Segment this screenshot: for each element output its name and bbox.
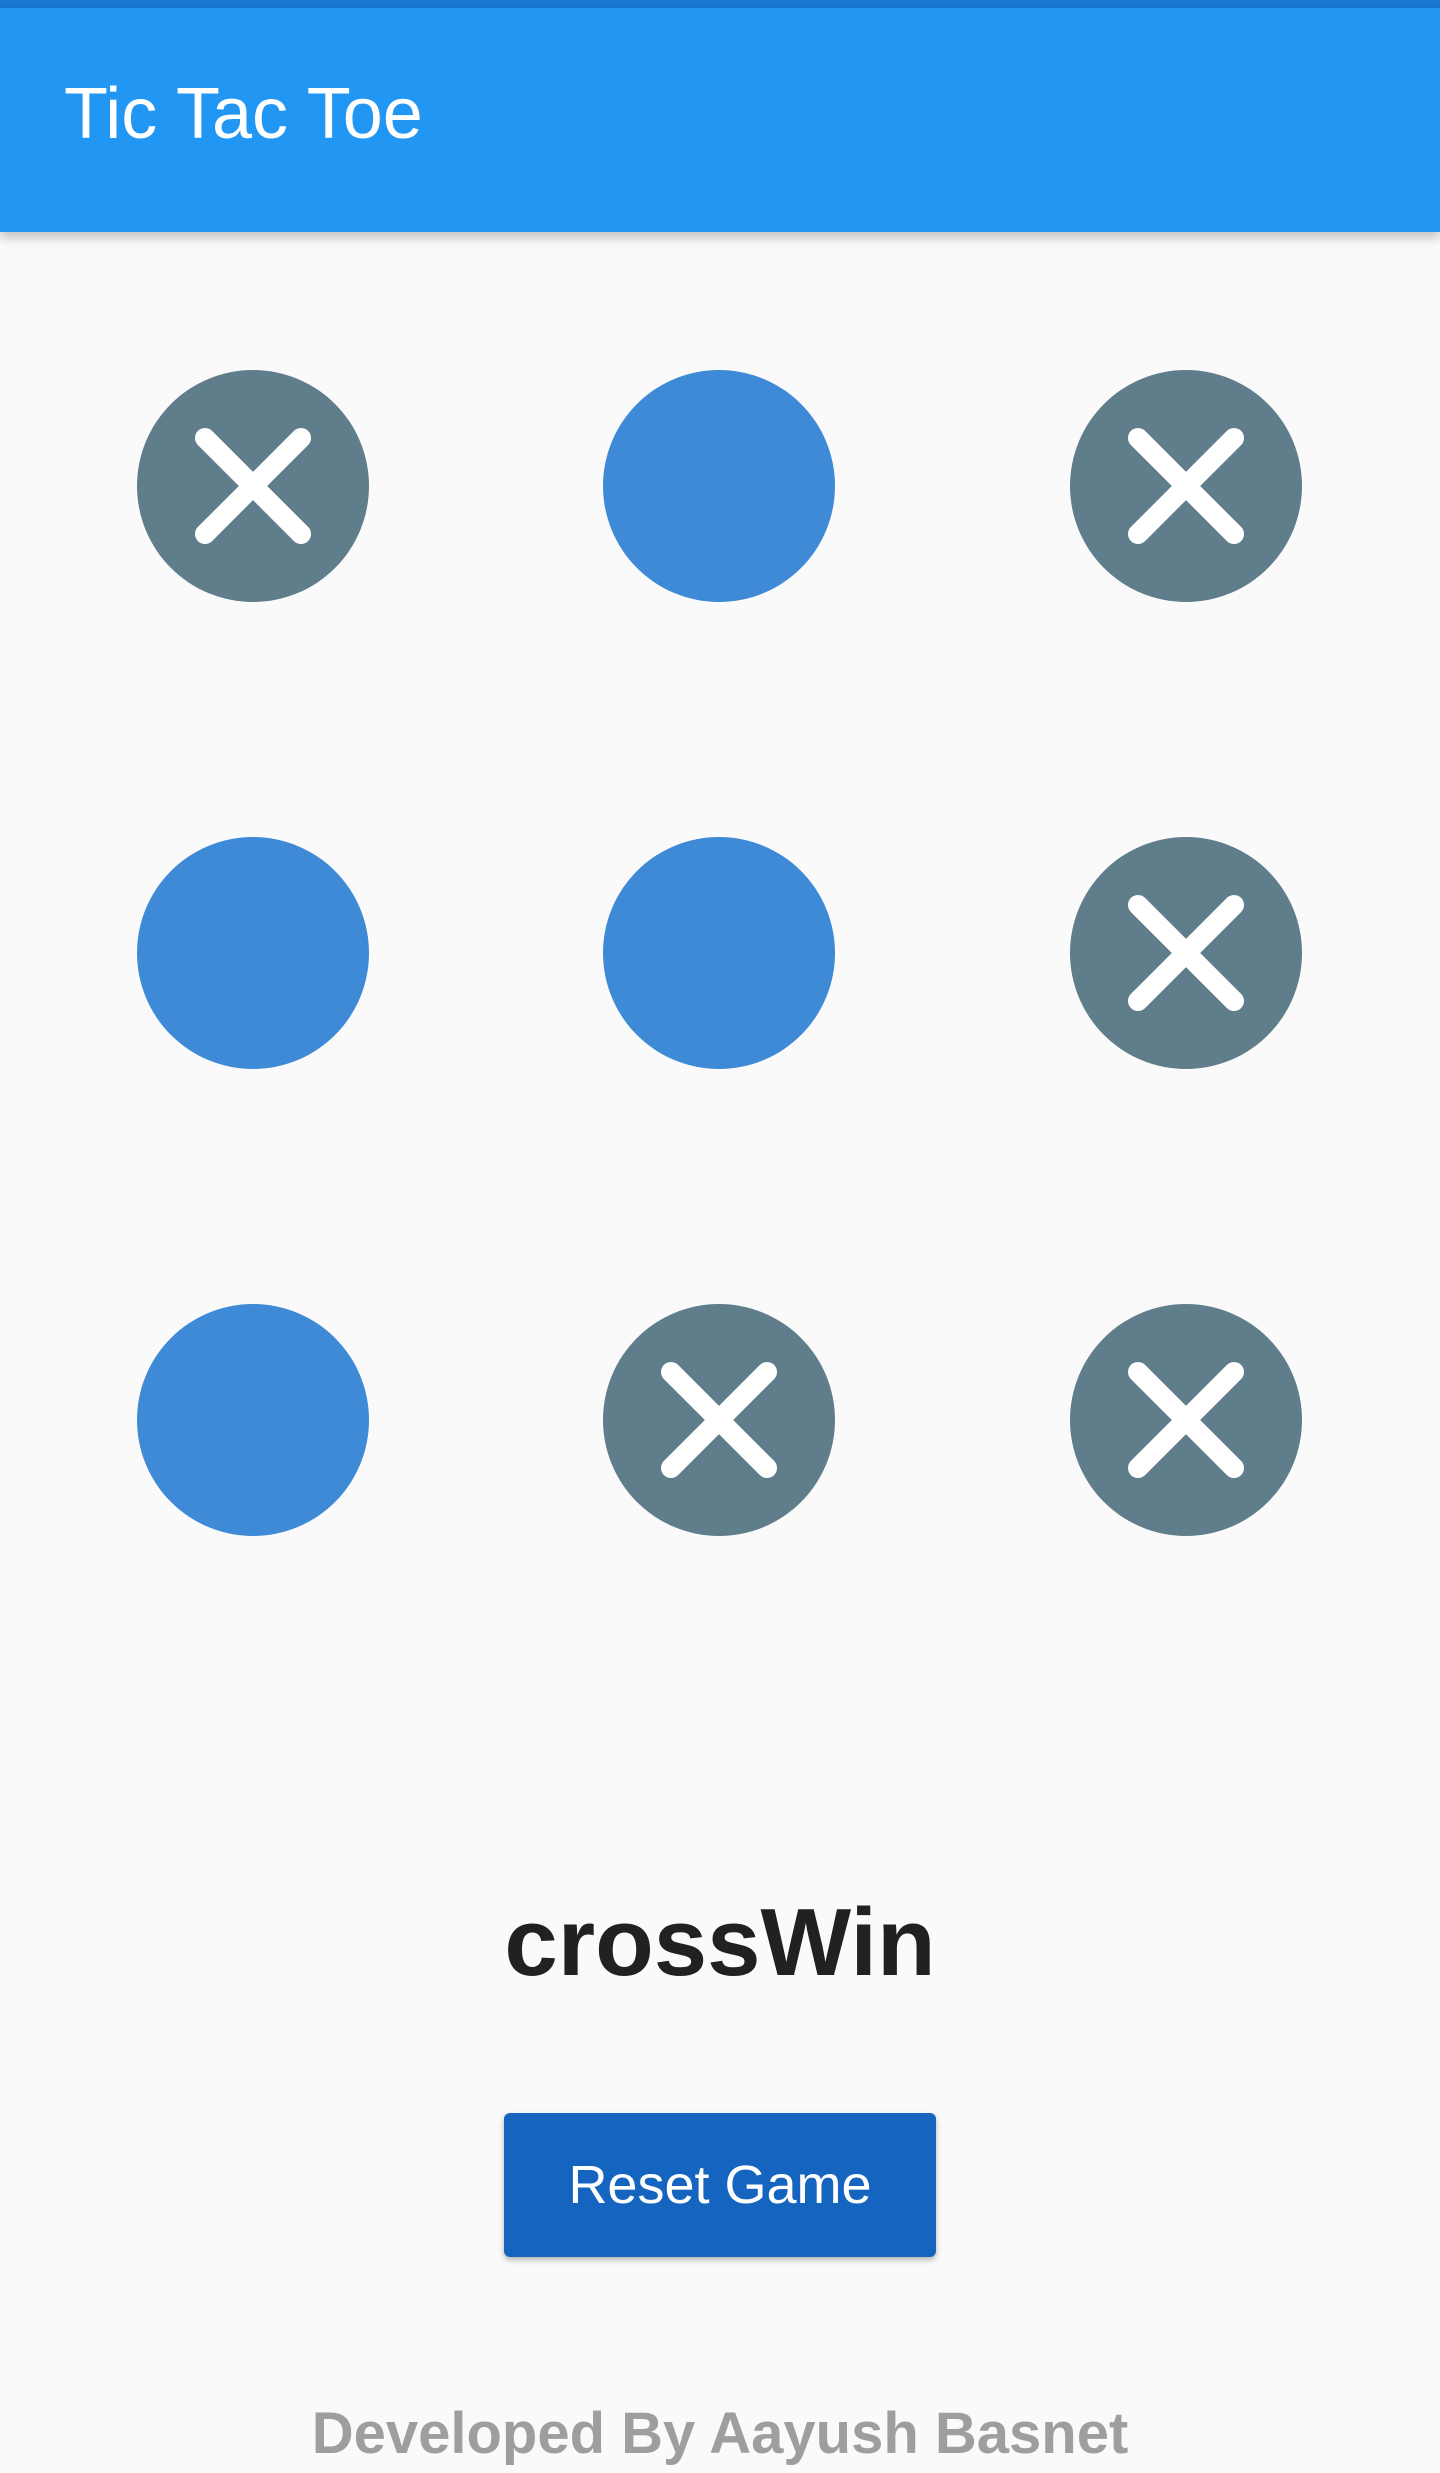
board-cell-2-2-nought[interactable] xyxy=(603,837,835,1069)
board-cell-1-2-nought[interactable] xyxy=(603,370,835,602)
board-cell-2-3-cross[interactable] xyxy=(1070,837,1302,1069)
board-cell-2-1-nought[interactable] xyxy=(137,837,369,1069)
close-icon xyxy=(1128,1362,1244,1478)
board-cell-3-3-cross[interactable] xyxy=(1070,1304,1302,1536)
close-icon xyxy=(1128,428,1244,544)
developer-credit: Developed By Aayush Basnet xyxy=(311,2401,1129,2466)
close-icon xyxy=(661,1362,777,1478)
app-bar: Tic Tac Toe xyxy=(0,8,1440,232)
close-icon xyxy=(1128,895,1244,1011)
status-bar-strip xyxy=(0,0,1440,8)
board-cell-3-2-cross[interactable] xyxy=(603,1304,835,1536)
reset-game-button[interactable]: Reset Game xyxy=(504,2113,936,2257)
board-cell-3-1-nought[interactable] xyxy=(137,1304,369,1536)
game-board xyxy=(0,232,1440,1632)
board-cell-1-1-cross[interactable] xyxy=(137,370,369,602)
close-icon xyxy=(195,428,311,544)
app-screen: Tic Tac Toe crossWin Reset Game Develope… xyxy=(0,0,1440,2473)
board-cell-1-3-cross[interactable] xyxy=(1070,370,1302,602)
game-status: crossWin xyxy=(504,1889,936,1996)
app-title: Tic Tac Toe xyxy=(64,74,423,154)
